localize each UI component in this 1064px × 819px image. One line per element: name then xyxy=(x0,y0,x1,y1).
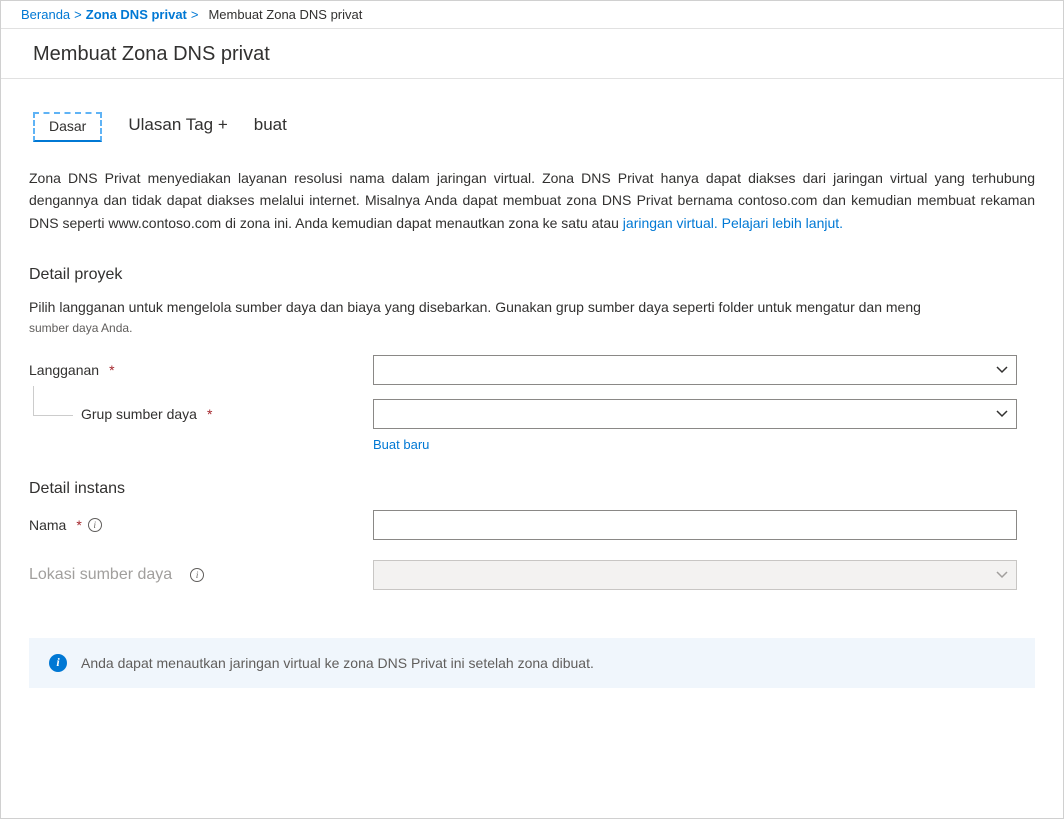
breadcrumb-parent[interactable]: Zona DNS privat xyxy=(86,7,187,22)
info-icon[interactable]: i xyxy=(88,518,102,532)
chevron-down-icon xyxy=(996,569,1008,581)
name-input[interactable] xyxy=(382,511,1008,539)
learn-more-link[interactable]: jaringan virtual. Pelajari lebih lanjut. xyxy=(623,215,843,231)
required-indicator: * xyxy=(76,517,81,533)
name-row: Nama * i xyxy=(29,510,1035,540)
page-title: Membuat Zona DNS privat xyxy=(1,29,1063,78)
name-label-text: Nama xyxy=(29,517,66,533)
location-label-text: Lokasi sumber daya xyxy=(29,566,172,584)
intro-text: Zona DNS Privat menyediakan layanan reso… xyxy=(29,170,1035,231)
project-details-sub2: sumber daya Anda. xyxy=(29,321,1035,335)
info-banner-text: Anda dapat menautkan jaringan virtual ke… xyxy=(81,655,594,671)
project-details-sub1: Pilih langganan untuk mengelola sumber d… xyxy=(29,296,1035,318)
location-label: Lokasi sumber daya i xyxy=(29,566,373,584)
name-label: Nama * i xyxy=(29,517,373,533)
subscription-label-text: Langganan xyxy=(29,362,99,378)
tab-basic[interactable]: Dasar xyxy=(33,112,102,142)
chevron-down-icon xyxy=(996,408,1008,420)
resource-group-label-text: Grup sumber daya xyxy=(81,406,197,422)
location-row: Lokasi sumber daya i xyxy=(29,560,1035,590)
breadcrumb-home[interactable]: Beranda xyxy=(21,7,70,22)
required-indicator: * xyxy=(207,406,212,422)
name-input-wrapper xyxy=(373,510,1017,540)
info-banner: i Anda dapat menautkan jaringan virtual … xyxy=(29,638,1035,688)
indent-connector xyxy=(33,386,73,416)
resource-group-select[interactable] xyxy=(373,399,1017,429)
info-banner-icon: i xyxy=(49,654,67,672)
instance-details-heading: Detail instans xyxy=(29,480,1035,498)
subscription-label: Langganan * xyxy=(29,362,373,378)
subscription-select[interactable] xyxy=(373,355,1017,385)
required-indicator: * xyxy=(109,362,114,378)
tab-review-tag[interactable]: Ulasan Tag + xyxy=(116,111,239,143)
info-icon[interactable]: i xyxy=(190,568,204,582)
breadcrumb: Beranda > Zona DNS privat > Membuat Zona… xyxy=(1,1,1063,29)
project-details-heading: Detail proyek xyxy=(29,266,1035,284)
breadcrumb-sep-1: > xyxy=(74,7,82,22)
resource-group-label: Grup sumber daya * xyxy=(29,406,373,422)
create-new-row: Buat baru xyxy=(373,437,1035,452)
resource-group-row: Grup sumber daya * xyxy=(29,399,1035,429)
tabs: Dasar Ulasan Tag + buat xyxy=(33,111,1035,143)
tab-create[interactable]: buat xyxy=(254,111,299,143)
breadcrumb-sep-2: > xyxy=(191,7,199,22)
intro-description: Zona DNS Privat menyediakan layanan reso… xyxy=(29,167,1035,234)
breadcrumb-current: Membuat Zona DNS privat xyxy=(208,7,362,22)
subscription-row: Langganan * xyxy=(29,355,1035,385)
chevron-down-icon xyxy=(996,364,1008,376)
create-new-link[interactable]: Buat baru xyxy=(373,437,429,452)
content-area: Dasar Ulasan Tag + buat Zona DNS Privat … xyxy=(1,79,1063,712)
location-select xyxy=(373,560,1017,590)
